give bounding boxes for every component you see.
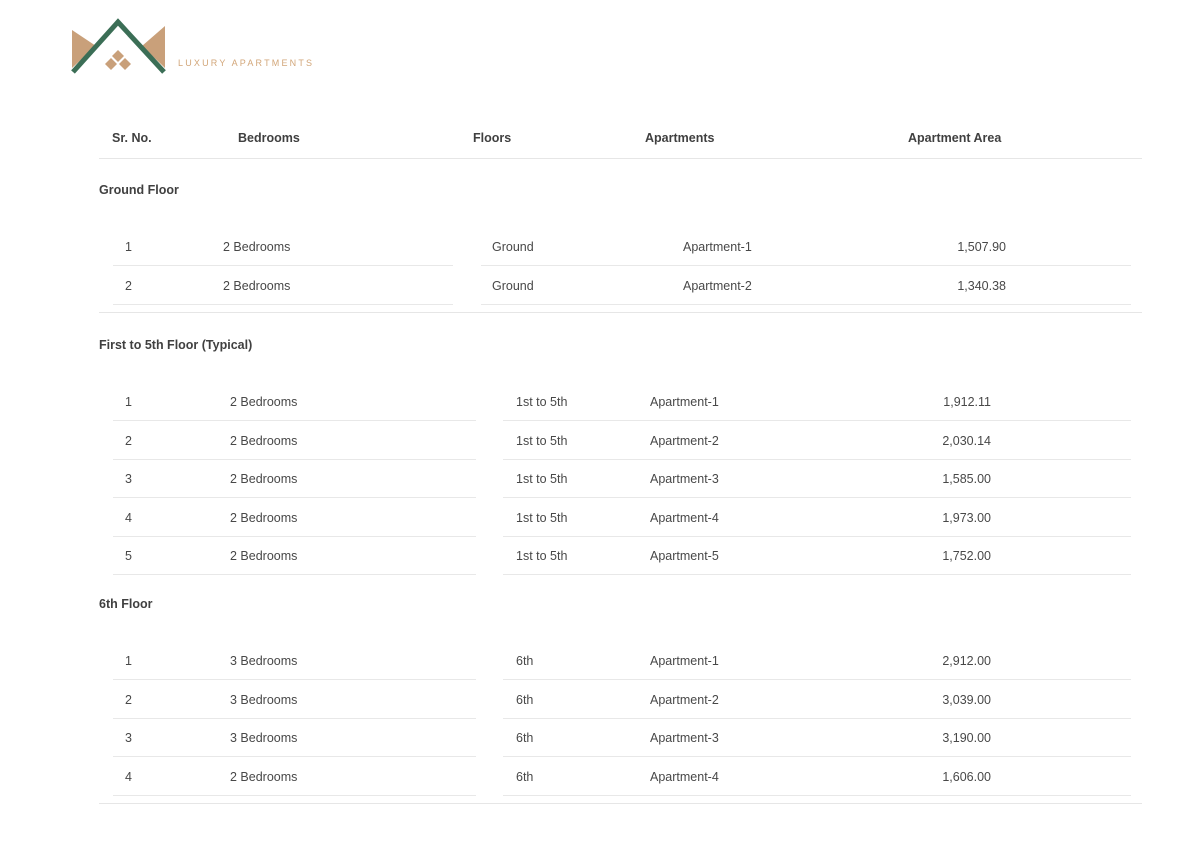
cell-apartment: Apartment-1 xyxy=(650,654,719,668)
cell-floor: 1st to 5th xyxy=(516,434,568,448)
row-divider xyxy=(113,679,476,680)
table-row: 3 3 Bedrooms 6th Apartment-3 3,190.00 xyxy=(0,719,1200,757)
cell-bedrooms: 2 Bedrooms xyxy=(223,240,291,254)
cell-apartment: Apartment-3 xyxy=(650,472,719,486)
cell-sr-no: 3 xyxy=(125,731,132,745)
row-divider xyxy=(113,756,476,757)
header-apartments: Apartments xyxy=(645,131,715,145)
table-row: 5 2 Bedrooms 1st to 5th Apartment-5 1,752.00 xyxy=(0,537,1200,575)
cell-apartment: Apartment-2 xyxy=(650,693,719,707)
row-divider xyxy=(503,574,1131,575)
header-floors: Floors xyxy=(473,131,512,145)
table-row: 2 3 Bedrooms 6th Apartment-2 3,039.00 xyxy=(0,681,1200,719)
cell-apartment: Apartment-2 xyxy=(683,279,752,293)
table-row: 1 2 Bedrooms Ground Apartment-1 1,507.90 xyxy=(0,228,1200,266)
table-row: 2 2 Bedrooms Ground Apartment-2 1,340.38 xyxy=(0,267,1200,305)
cell-bedrooms: 2 Bedrooms xyxy=(230,511,298,525)
cell-apartment-area: 1,507.90 xyxy=(957,240,1006,254)
header-apartment-area: Apartment Area xyxy=(908,131,1002,145)
cell-bedrooms: 2 Bedrooms xyxy=(230,395,298,409)
table-row: 1 2 Bedrooms 1st to 5th Apartment-1 1,912.11 xyxy=(0,383,1200,421)
section-divider xyxy=(99,312,1142,313)
cell-apartment: Apartment-3 xyxy=(650,731,719,745)
table-row: 2 2 Bedrooms 1st to 5th Apartment-2 2,030.14 xyxy=(0,422,1200,460)
cell-floor: 1st to 5th xyxy=(516,472,568,486)
row-divider xyxy=(113,265,453,266)
logo-mark-icon xyxy=(71,18,166,74)
cell-sr-no: 4 xyxy=(125,511,132,525)
brand-tagline: LUXURY APARTMENTS xyxy=(178,58,315,68)
cell-sr-no: 2 xyxy=(125,434,132,448)
row-divider xyxy=(481,265,1131,266)
cell-apartment: Apartment-1 xyxy=(650,395,719,409)
cell-sr-no: 2 xyxy=(125,279,132,293)
cell-floor: 6th xyxy=(516,654,534,668)
cell-bedrooms: 3 Bedrooms xyxy=(230,654,298,668)
cell-floor: Ground xyxy=(492,279,534,293)
cell-sr-no: 2 xyxy=(125,693,132,707)
cell-bedrooms: 2 Bedrooms xyxy=(230,770,298,784)
cell-apartment-area: 1,752.00 xyxy=(942,549,991,563)
cell-floor: 1st to 5th xyxy=(516,549,568,563)
cell-apartment-area: 1,585.00 xyxy=(942,472,991,486)
cell-apartment: Apartment-4 xyxy=(650,511,719,525)
cell-floor: 6th xyxy=(516,693,534,707)
row-divider xyxy=(503,497,1131,498)
cell-bedrooms: 3 Bedrooms xyxy=(230,731,298,745)
row-divider xyxy=(503,756,1131,757)
section-title: First to 5th Floor (Typical) xyxy=(99,338,253,352)
table-row: 4 2 Bedrooms 1st to 5th Apartment-4 1,973.00 xyxy=(0,499,1200,537)
row-divider xyxy=(113,574,476,575)
brand-logo[interactable]: LUXURY APARTMENTS xyxy=(70,18,312,78)
section-divider xyxy=(99,803,1142,804)
row-divider xyxy=(113,497,476,498)
cell-apartment: Apartment-1 xyxy=(683,240,752,254)
row-divider xyxy=(503,679,1131,680)
cell-apartment-area: 2,030.14 xyxy=(942,434,991,448)
cell-sr-no: 4 xyxy=(125,770,132,784)
table-row: 1 3 Bedrooms 6th Apartment-1 2,912.00 xyxy=(0,642,1200,680)
cell-apartment: Apartment-2 xyxy=(650,434,719,448)
cell-apartment-area: 3,039.00 xyxy=(942,693,991,707)
table-row: 3 2 Bedrooms 1st to 5th Apartment-3 1,585.00 xyxy=(0,460,1200,498)
section-title: Ground Floor xyxy=(99,183,179,197)
row-divider xyxy=(503,795,1131,796)
cell-bedrooms: 2 Bedrooms xyxy=(230,549,298,563)
cell-bedrooms: 2 Bedrooms xyxy=(230,472,298,486)
cell-bedrooms: 2 Bedrooms xyxy=(230,434,298,448)
cell-apartment: Apartment-4 xyxy=(650,770,719,784)
row-divider xyxy=(113,304,453,305)
cell-sr-no: 1 xyxy=(125,654,132,668)
cell-apartment-area: 1,912.11 xyxy=(943,395,991,409)
table-header: Sr. No. Bedrooms Floors Apartments Apart… xyxy=(99,118,1142,159)
cell-apartment-area: 1,973.00 xyxy=(942,511,991,525)
section-title: 6th Floor xyxy=(99,597,153,611)
row-divider xyxy=(113,420,476,421)
table-row: 4 2 Bedrooms 6th Apartment-4 1,606.00 xyxy=(0,758,1200,796)
row-divider xyxy=(481,304,1131,305)
header-bedrooms: Bedrooms xyxy=(238,131,300,145)
cell-sr-no: 5 xyxy=(125,549,132,563)
cell-bedrooms: 3 Bedrooms xyxy=(230,693,298,707)
row-divider xyxy=(503,420,1131,421)
cell-floor: Ground xyxy=(492,240,534,254)
cell-apartment: Apartment-5 xyxy=(650,549,719,563)
row-divider xyxy=(113,795,476,796)
cell-floor: 1st to 5th xyxy=(516,395,568,409)
cell-sr-no: 1 xyxy=(125,240,132,254)
cell-sr-no: 3 xyxy=(125,472,132,486)
cell-bedrooms: 2 Bedrooms xyxy=(223,279,291,293)
cell-floor: 6th xyxy=(516,731,534,745)
header-sr-no: Sr. No. xyxy=(112,131,152,145)
cell-apartment-area: 1,606.00 xyxy=(942,770,991,784)
cell-sr-no: 1 xyxy=(125,395,132,409)
cell-apartment-area: 2,912.00 xyxy=(942,654,991,668)
cell-floor: 6th xyxy=(516,770,534,784)
cell-floor: 1st to 5th xyxy=(516,511,568,525)
cell-apartment-area: 3,190.00 xyxy=(942,731,991,745)
cell-apartment-area: 1,340.38 xyxy=(957,279,1006,293)
